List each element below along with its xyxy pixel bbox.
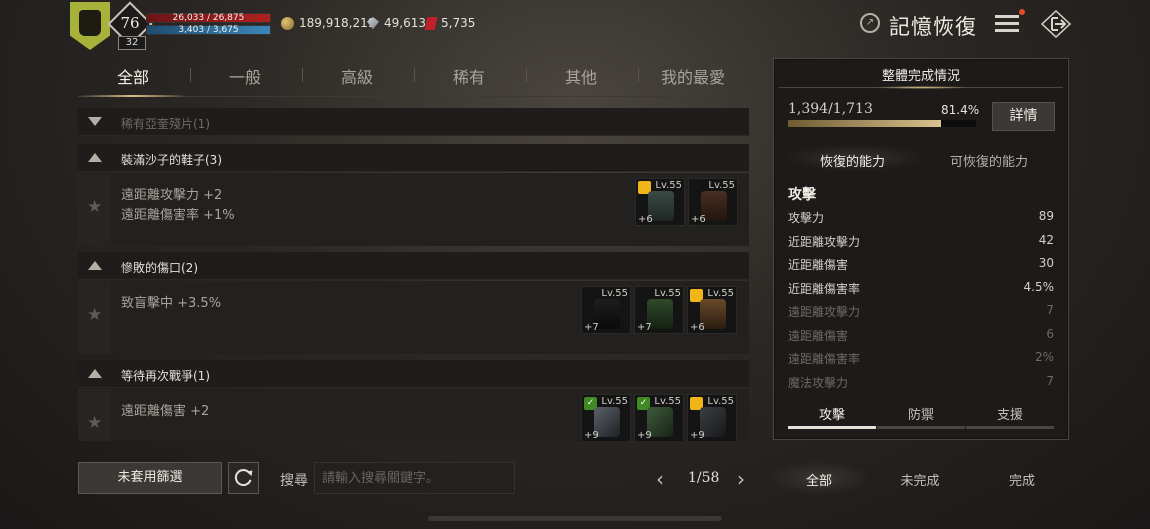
mp-bar: 3,403 / 3,675 bbox=[146, 25, 271, 35]
tab-divider bbox=[302, 68, 303, 82]
stat-row: 攻擊力 89 bbox=[788, 209, 1054, 225]
list-category[interactable]: 慘敗的傷口(2) bbox=[78, 252, 749, 280]
collapse-arrow-icon[interactable] bbox=[88, 261, 102, 270]
info-icon[interactable]: ↗ bbox=[860, 13, 880, 33]
stat-line: 遠距離傷害率 +1% bbox=[121, 208, 235, 223]
hp-bar: 26,033 / 26,875 bbox=[146, 13, 271, 23]
silver-gem-icon bbox=[367, 17, 379, 29]
tab-advanced[interactable]: 高級 bbox=[327, 64, 387, 88]
item-slot[interactable]: Lv.55 +6 bbox=[687, 286, 737, 334]
tab-defense[interactable]: 防禦 bbox=[877, 404, 965, 423]
stat-row: 遠距離傷害率 2% bbox=[788, 350, 1054, 366]
tab-divider bbox=[638, 68, 639, 82]
category-name: 稀有亞奎殘片(1) bbox=[121, 117, 210, 131]
expand-arrow-icon[interactable] bbox=[88, 117, 102, 126]
category-name: 慘敗的傷口(2) bbox=[121, 261, 198, 275]
filter-tab-all[interactable]: 全部 bbox=[779, 470, 859, 489]
list-category[interactable]: 等待再次戰爭(1) bbox=[78, 360, 749, 388]
progress-percent: 81.4% bbox=[941, 103, 980, 117]
gold-coin-icon bbox=[281, 16, 294, 30]
tab-divider bbox=[190, 68, 191, 82]
guild-emblem-icon[interactable] bbox=[70, 2, 110, 50]
player-level: 76 bbox=[120, 14, 140, 32]
item-slot[interactable]: Lv.55 +6 bbox=[688, 178, 738, 226]
player-sub-level: 32 bbox=[118, 36, 146, 50]
tab-divider bbox=[526, 68, 527, 82]
tab-divider bbox=[414, 68, 415, 82]
stat-row: 魔法攻擊力 7 bbox=[788, 374, 1054, 390]
menu-icon[interactable] bbox=[992, 10, 1022, 38]
category-detail: ★ 遠距離攻擊力 +2 遠距離傷害率 +1% Lv.55 +6 Lv.55 +6 bbox=[78, 173, 749, 246]
stat-row: 遠距離傷害 6 bbox=[788, 327, 1054, 343]
tab-other[interactable]: 其他 bbox=[551, 64, 611, 88]
stat-line: 致盲擊中 +3.5% bbox=[121, 296, 222, 311]
stat-row: 近距離傷害 30 bbox=[788, 256, 1054, 272]
tab-support[interactable]: 支援 bbox=[966, 404, 1054, 423]
memory-list[interactable]: 稀有亞奎殘片(1) 裝滿沙子的鞋子(3) ★ 遠距離攻擊力 +2 遠距離傷害率 … bbox=[78, 108, 749, 441]
tab-rare[interactable]: 稀有 bbox=[439, 64, 499, 88]
exit-icon[interactable] bbox=[1040, 10, 1072, 38]
home-indicator[interactable] bbox=[428, 516, 722, 521]
category-name: 裝滿沙子的鞋子(3) bbox=[121, 153, 222, 167]
item-slot[interactable]: Lv.55 +7 bbox=[581, 286, 631, 334]
collapse-arrow-icon[interactable] bbox=[88, 153, 102, 162]
tab-attack[interactable]: 攻擊 bbox=[788, 404, 876, 423]
item-slot[interactable]: ✓ Lv.55 +9 bbox=[634, 394, 684, 441]
gold-amount: 189,918,219 bbox=[299, 16, 376, 30]
active-tab-indicator bbox=[78, 95, 188, 97]
filter-tab-incomplete[interactable]: 未完成 bbox=[880, 470, 960, 489]
progress-bar bbox=[788, 120, 976, 127]
page-indicator: 1/58 bbox=[688, 470, 720, 486]
progress-fill bbox=[788, 120, 942, 127]
ruby-amount: 5,735 bbox=[441, 16, 476, 30]
ruby-currency: 5,735 bbox=[424, 16, 476, 30]
search-input[interactable] bbox=[314, 462, 515, 494]
panel-title: 整體完成情況 bbox=[881, 69, 960, 84]
silver-currency: 49,613 bbox=[367, 16, 426, 30]
collapse-arrow-icon[interactable] bbox=[88, 369, 102, 378]
next-page-button[interactable]: › bbox=[737, 467, 745, 491]
prev-page-button[interactable]: ‹ bbox=[656, 467, 664, 491]
filter-tab-complete[interactable]: 完成 bbox=[982, 470, 1062, 489]
tab-restorable-abilities[interactable]: 可恢復的能力 bbox=[950, 151, 1028, 170]
tab-all[interactable]: 全部 bbox=[103, 64, 163, 88]
list-category[interactable]: 稀有亞奎殘片(1) bbox=[78, 108, 749, 136]
stat-line: 遠距離攻擊力 +2 bbox=[121, 188, 223, 203]
refresh-icon[interactable] bbox=[228, 462, 259, 494]
item-slot[interactable]: Lv.55 +9 bbox=[687, 394, 737, 441]
tab-favorites[interactable]: 我的最愛 bbox=[651, 64, 735, 88]
ruby-icon bbox=[424, 16, 438, 30]
notification-dot bbox=[1019, 9, 1025, 15]
silver-amount: 49,613 bbox=[384, 16, 426, 30]
completion-panel: 整體完成情況 1,394/1,713 81.4% 詳情 恢復的能力 可恢復的能力… bbox=[773, 58, 1069, 440]
stat-row: 近距離攻擊力 42 bbox=[788, 233, 1054, 249]
category-detail: ★ 致盲擊中 +3.5% Lv.55 +7 Lv.55 +7 Lv.55 +6 bbox=[78, 281, 749, 354]
list-category[interactable]: 裝滿沙子的鞋子(3) bbox=[78, 144, 749, 172]
page-title: 記憶恢復 bbox=[889, 15, 977, 39]
tab-normal[interactable]: 一般 bbox=[215, 64, 275, 88]
progress-count: 1,394/1,713 bbox=[788, 101, 873, 117]
section-title: 攻擊 bbox=[788, 187, 816, 203]
item-slot[interactable]: Lv.55 +7 bbox=[634, 286, 684, 334]
stat-row: 遠距離攻擊力 7 bbox=[788, 303, 1054, 319]
category-detail: ★ 遠距離傷害 +2 ✓ Lv.55 +9 ✓ Lv.55 +9 Lv.55 +… bbox=[78, 389, 749, 441]
favorite-star-icon[interactable]: ★ bbox=[87, 305, 102, 325]
filter-button[interactable]: 未套用篩選 bbox=[78, 462, 222, 494]
detail-button[interactable]: 詳情 bbox=[992, 102, 1055, 131]
search-label: 搜尋 bbox=[280, 473, 308, 489]
item-slot[interactable]: ✓ Lv.55 +9 bbox=[581, 394, 631, 441]
category-name: 等待再次戰爭(1) bbox=[121, 369, 210, 383]
tab-restored-abilities[interactable]: 恢復的能力 bbox=[820, 151, 885, 170]
stat-row: 近距離傷害率 4.5% bbox=[788, 280, 1054, 296]
active-tab-indicator bbox=[788, 426, 876, 429]
favorite-star-icon[interactable]: ★ bbox=[87, 413, 102, 433]
item-slot[interactable]: Lv.55 +6 bbox=[635, 178, 685, 226]
gold-currency: 189,918,219 bbox=[281, 16, 375, 30]
favorite-star-icon[interactable]: ★ bbox=[87, 197, 102, 217]
stat-line: 遠距離傷害 +2 bbox=[121, 404, 210, 419]
